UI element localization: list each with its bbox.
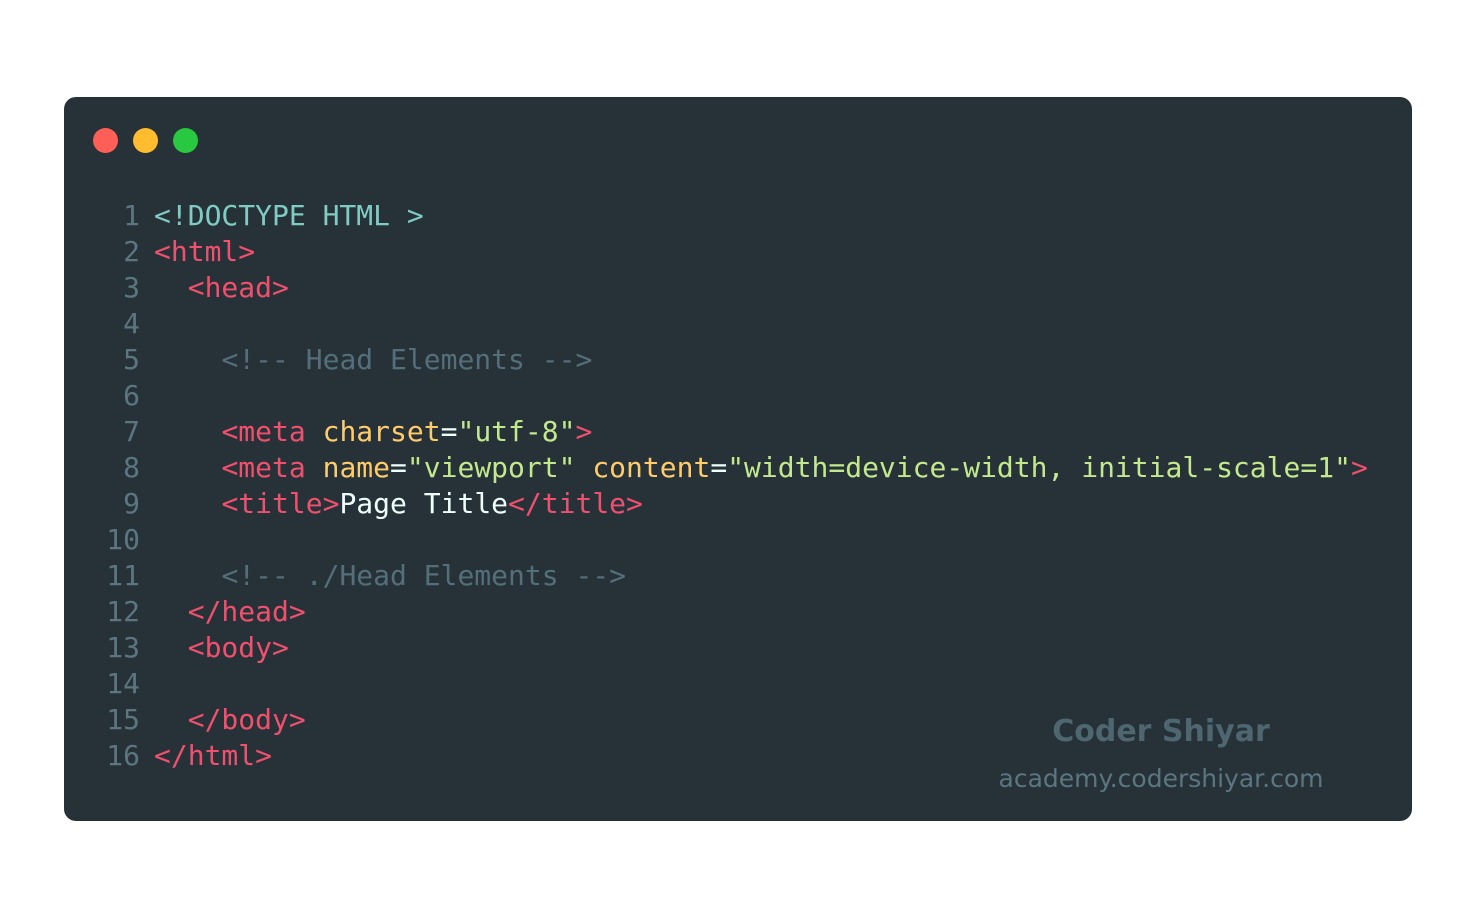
line-number: 2 [123, 235, 140, 268]
token-tag: </title> [508, 487, 643, 520]
line-source: <!-- ./Head Elements --> [154, 558, 626, 594]
token-comment: <!-- ./Head Elements --> [221, 559, 627, 592]
line-number: 12 [106, 595, 140, 628]
line-number: 13 [106, 631, 140, 664]
token-str: "width=device-width, initial-scale=1" [727, 451, 1351, 484]
line-number: 3 [123, 271, 140, 304]
watermark-site: academy.codershiyar.com [998, 764, 1324, 793]
line-number: 5 [123, 343, 140, 376]
close-button[interactable] [93, 128, 118, 153]
code-line: 12 </head> [64, 594, 1412, 630]
maximize-button[interactable] [173, 128, 198, 153]
token-tag: </html> [154, 739, 273, 772]
line-source: <!DOCTYPE HTML > [154, 198, 424, 234]
code-line: 8 <meta name="viewport" content="width=d… [64, 450, 1412, 486]
line-number: 7 [123, 415, 140, 448]
line-source: </html> [154, 738, 272, 774]
line-source: <meta name="viewport" content="width=dev… [154, 450, 1368, 486]
token-plain: = [710, 451, 728, 484]
code-line: 5 <!-- Head Elements --> [64, 342, 1412, 378]
line-source: <!-- Head Elements --> [154, 342, 592, 378]
line-number: 1 [123, 199, 140, 232]
line-number: 14 [106, 667, 140, 700]
token-text: Page Title [339, 487, 509, 520]
watermark-brand: Coder Shiyar [1052, 714, 1270, 749]
code-line: 6 [64, 378, 1412, 414]
code-line: 3 <head> [64, 270, 1412, 306]
token-tag: <title> [221, 487, 340, 520]
code-line: 10 [64, 522, 1412, 558]
code-line: 9 <title>Page Title</title> [64, 486, 1412, 522]
line-number: 6 [123, 379, 140, 412]
code-line: 7 <meta charset="utf-8"> [64, 414, 1412, 450]
token-tag: <meta [221, 451, 306, 484]
line-source: <body> [154, 630, 289, 666]
minimize-button[interactable] [133, 128, 158, 153]
line-source: </body> [154, 702, 306, 738]
token-tag: <html> [154, 235, 256, 268]
token-attr: name [322, 451, 391, 484]
line-source: <meta charset="utf-8"> [154, 414, 592, 450]
code-window: 1 <!DOCTYPE HTML >2 <html> 3 <head> 4 5 <!-- … [64, 97, 1412, 821]
code-line: 1 <!DOCTYPE HTML > [64, 198, 1412, 234]
code-line: 4 [64, 306, 1412, 342]
token-tag: <head> [187, 271, 289, 304]
line-source: <title>Page Title</title> [154, 486, 643, 522]
token-tag: > [575, 415, 593, 448]
line-number: 8 [123, 451, 140, 484]
token-tag: </head> [187, 595, 306, 628]
token-tag: </body> [187, 703, 306, 736]
line-source: <html> [154, 234, 255, 270]
line-source: </head> [154, 594, 306, 630]
code-block: 1 <!DOCTYPE HTML >2 <html> 3 <head> 4 5 <!-- … [64, 198, 1412, 774]
token-comment: <!-- Head Elements --> [221, 343, 593, 376]
line-number: 16 [106, 739, 140, 772]
token-str: "viewport" [406, 451, 576, 484]
line-number: 11 [106, 559, 140, 592]
line-number: 4 [123, 307, 140, 340]
token-doctype: <!DOCTYPE HTML > [154, 199, 424, 232]
line-number: 15 [106, 703, 140, 736]
line-source: <head> [154, 270, 289, 306]
code-line: 11 <!-- ./Head Elements --> [64, 558, 1412, 594]
code-line: 14 [64, 666, 1412, 702]
token-plain: = [390, 451, 407, 484]
line-number: 10 [106, 523, 140, 556]
token-tag: > [1350, 451, 1368, 484]
token-tag: <body> [187, 631, 289, 664]
token-tag: <meta [221, 415, 306, 448]
token-plain: = [440, 415, 458, 448]
code-line: 2 <html> [64, 234, 1412, 270]
code-line: 13 <body> [64, 630, 1412, 666]
token-attr: charset [322, 415, 441, 448]
token-str: "utf-8" [457, 415, 576, 448]
token-attr: content [592, 451, 711, 484]
line-number: 9 [123, 487, 140, 520]
